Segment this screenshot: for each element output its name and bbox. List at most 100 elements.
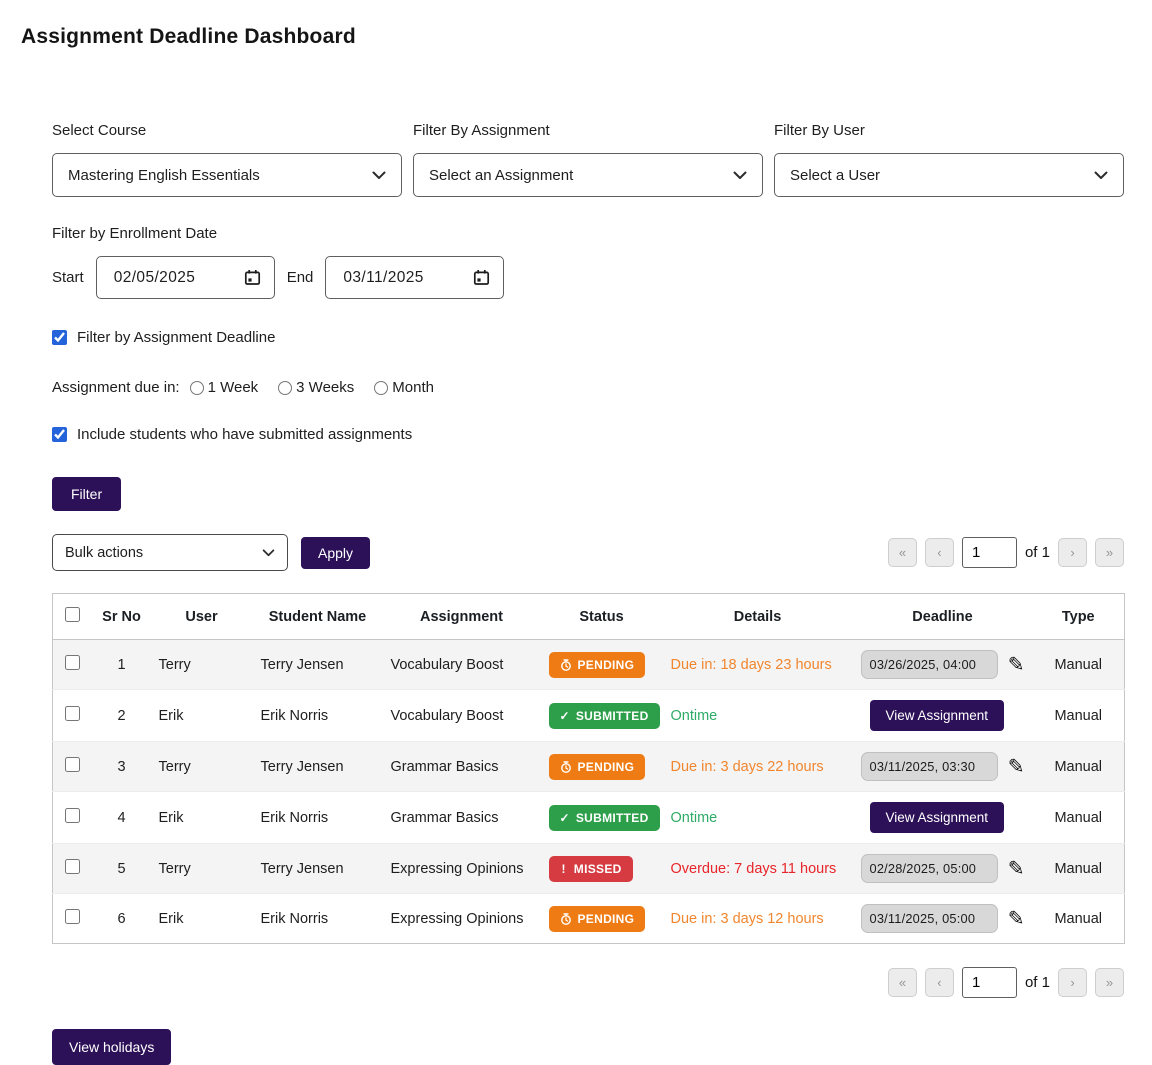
table-row: 1 Terry Terry Jensen Vocabulary Boost PE…	[53, 640, 1125, 690]
row-checkbox[interactable]	[65, 909, 80, 924]
user-select-value: Select a User	[790, 167, 880, 184]
row-sr-no: 5	[93, 844, 151, 894]
row-user: Erik	[151, 690, 253, 742]
row-student-name: Erik Norris	[253, 690, 383, 742]
table-header-row: Sr No User Student Name Assignment Statu…	[53, 594, 1125, 640]
due-in-month-radio[interactable]	[374, 381, 388, 395]
page-title: Assignment Deadline Dashboard	[21, 25, 1152, 49]
status-badge-submitted: ✓SUBMITTED	[549, 805, 660, 831]
due-in-month-option[interactable]: Month	[374, 379, 434, 396]
filter-button[interactable]: Filter	[52, 477, 121, 511]
edit-deadline-pencil-icon[interactable]: ✎	[1008, 909, 1025, 929]
user-filter-field: Filter By User Select a User	[774, 122, 1124, 197]
course-filter-field: Select Course Mastering English Essentia…	[52, 122, 402, 197]
due-in-1-week-radio[interactable]	[190, 381, 204, 395]
view-holidays-button[interactable]: View holidays	[52, 1029, 171, 1065]
next-page-button[interactable]: ›	[1058, 968, 1087, 997]
row-student-name: Erik Norris	[253, 792, 383, 844]
chevron-down-icon	[733, 171, 747, 180]
due-in-radio-row: Assignment due in: 1 Week 3 Weeks Month	[52, 379, 1124, 396]
deadline-datetime-input[interactable]: 03/11/2025, 05:00	[861, 904, 998, 933]
table-row: 3 Terry Terry Jensen Grammar Basics PEND…	[53, 742, 1125, 792]
details-text: Due in: 3 days 22 hours	[671, 759, 824, 775]
page-count-text: of 1	[1025, 544, 1050, 561]
table-row: 5 Terry Terry Jensen Expressing Opinions…	[53, 844, 1125, 894]
prev-page-button[interactable]: ‹	[925, 538, 954, 567]
status-badge-missed: !MISSED	[549, 856, 633, 882]
deadline-filter-checkbox[interactable]	[52, 330, 67, 345]
row-checkbox[interactable]	[65, 655, 80, 670]
row-user: Erik	[151, 792, 253, 844]
first-page-button[interactable]: «	[888, 538, 917, 567]
last-page-button[interactable]: »	[1095, 538, 1124, 567]
header-user: User	[151, 594, 253, 640]
row-sr-no: 3	[93, 742, 151, 792]
user-filter-label: Filter By User	[774, 122, 1124, 139]
row-assignment: Expressing Opinions	[383, 844, 541, 894]
details-text: Overdue: 7 days 11 hours	[671, 861, 837, 877]
view-assignment-button[interactable]: View Assignment	[870, 700, 1005, 731]
deadline-filter-checkbox-row: Filter by Assignment Deadline	[52, 329, 1124, 346]
calendar-icon[interactable]	[244, 269, 261, 286]
status-badge-pending: PENDING	[549, 754, 646, 780]
edit-deadline-pencil-icon[interactable]: ✎	[1008, 655, 1025, 675]
row-sr-no: 1	[93, 640, 151, 690]
page-number-input[interactable]	[962, 967, 1017, 998]
deadline-datetime-input[interactable]: 03/11/2025, 03:30	[861, 752, 998, 781]
status-badge-submitted: ✓SUBMITTED	[549, 703, 660, 729]
row-sr-no: 4	[93, 792, 151, 844]
row-student-name: Erik Norris	[253, 894, 383, 944]
course-select[interactable]: Mastering English Essentials	[52, 153, 402, 197]
due-in-1-week-label: 1 Week	[208, 379, 259, 396]
dashboard-content: Select Course Mastering English Essentia…	[52, 122, 1124, 1065]
calendar-icon[interactable]	[473, 269, 490, 286]
row-sr-no: 6	[93, 894, 151, 944]
next-page-button[interactable]: ›	[1058, 538, 1087, 567]
check-icon: ✓	[560, 811, 570, 825]
last-page-button[interactable]: »	[1095, 968, 1124, 997]
end-date-input[interactable]: 03/11/2025	[325, 256, 504, 299]
include-submitted-checkbox[interactable]	[52, 427, 67, 442]
include-submitted-checkbox-label: Include students who have submitted assi…	[77, 426, 412, 443]
row-checkbox[interactable]	[65, 706, 80, 721]
page-number-input[interactable]	[962, 537, 1017, 568]
row-checkbox[interactable]	[65, 859, 80, 874]
row-checkbox[interactable]	[65, 808, 80, 823]
header-deadline: Deadline	[853, 594, 1033, 640]
select-all-checkbox[interactable]	[65, 607, 80, 622]
apply-button[interactable]: Apply	[301, 537, 370, 569]
course-select-value: Mastering English Essentials	[68, 167, 260, 184]
row-type: Manual	[1033, 792, 1125, 844]
header-details: Details	[663, 594, 853, 640]
row-user: Terry	[151, 742, 253, 792]
view-assignment-button[interactable]: View Assignment	[870, 802, 1005, 833]
due-in-3-weeks-label: 3 Weeks	[296, 379, 354, 396]
details-text: Due in: 18 days 23 hours	[671, 657, 832, 673]
assignment-select[interactable]: Select an Assignment	[413, 153, 763, 197]
bulk-actions-select[interactable]: Bulk actions	[52, 534, 288, 571]
header-sr-no: Sr No	[93, 594, 151, 640]
end-date-label: End	[287, 269, 314, 286]
table-row: 6 Erik Erik Norris Expressing Opinions P…	[53, 894, 1125, 944]
details-text: Due in: 3 days 12 hours	[671, 911, 824, 927]
row-type: Manual	[1033, 640, 1125, 690]
edit-deadline-pencil-icon[interactable]: ✎	[1008, 757, 1025, 777]
chevron-down-icon	[372, 171, 386, 180]
deadline-datetime-input[interactable]: 02/28/2025, 05:00	[861, 854, 998, 883]
user-select[interactable]: Select a User	[774, 153, 1124, 197]
due-in-3-weeks-radio[interactable]	[278, 381, 292, 395]
assignment-filter-label: Filter By Assignment	[413, 122, 763, 139]
due-in-month-label: Month	[392, 379, 434, 396]
first-page-button[interactable]: «	[888, 968, 917, 997]
due-in-1-week-option[interactable]: 1 Week	[190, 379, 259, 396]
prev-page-button[interactable]: ‹	[925, 968, 954, 997]
edit-deadline-pencil-icon[interactable]: ✎	[1008, 859, 1025, 879]
due-in-3-weeks-option[interactable]: 3 Weeks	[278, 379, 354, 396]
clock-icon	[560, 659, 572, 671]
row-checkbox[interactable]	[65, 757, 80, 772]
deadline-datetime-input[interactable]: 03/26/2025, 04:00	[861, 650, 998, 679]
table-row: 2 Erik Erik Norris Vocabulary Boost ✓SUB…	[53, 690, 1125, 742]
row-student-name: Terry Jensen	[253, 742, 383, 792]
start-date-input[interactable]: 02/05/2025	[96, 256, 275, 299]
header-status: Status	[541, 594, 663, 640]
